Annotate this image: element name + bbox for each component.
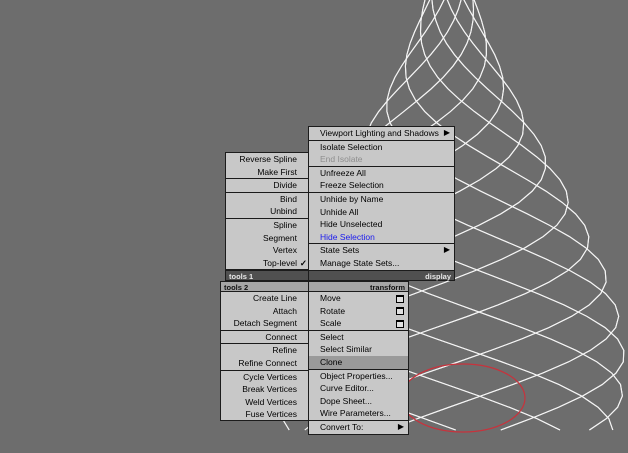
selection-ring — [400, 363, 526, 433]
object-properties-item[interactable]: Object Properties... — [309, 370, 408, 383]
item-label: Cycle Vertices — [243, 371, 297, 382]
select-similar-item[interactable]: Select Similar — [309, 343, 408, 356]
unhide-by-name-item[interactable]: Unhide by Name — [309, 193, 454, 206]
item-label: Convert To: — [320, 421, 364, 432]
check-icon: ✓ — [299, 257, 307, 268]
submenu-arrow-icon: ▶ — [443, 128, 450, 137]
display-quad-menu: Viewport Lighting and Shadows ▶ Isolate … — [308, 126, 455, 280]
rotate-item[interactable]: Rotate — [309, 305, 408, 318]
cycle-vertices-item[interactable]: Cycle Vertices — [221, 371, 308, 384]
unbind-item[interactable]: Unbind — [226, 205, 308, 218]
manage-state-sets-item[interactable]: Manage State Sets... — [309, 257, 454, 270]
unfreeze-all-item[interactable]: Unfreeze All — [309, 167, 454, 180]
item-label: Create Line — [253, 293, 297, 303]
item-label: Unbind — [270, 206, 297, 217]
hide-unselected-item[interactable]: Hide Unselected — [309, 218, 454, 231]
item-label: Dope Sheet... — [320, 395, 372, 406]
item-label: Wire Parameters... — [320, 408, 391, 419]
item-label: Freeze Selection — [320, 180, 384, 191]
item-label: Break Vertices — [242, 384, 297, 395]
select-item[interactable]: Select — [309, 331, 408, 344]
item-label: Unhide by Name — [320, 193, 384, 204]
item-label: Hide Unselected — [320, 219, 383, 230]
vertex-item[interactable]: Vertex — [226, 244, 308, 257]
submenu-arrow-icon: ▶ — [443, 245, 450, 255]
item-label: Manage State Sets... — [320, 257, 400, 268]
convert-to-item[interactable]: Convert To: ▶ — [309, 421, 408, 434]
isolate-selection-item[interactable]: Isolate Selection — [309, 141, 454, 154]
item-label: Rotate — [320, 305, 346, 316]
divide-item[interactable]: Divide — [226, 179, 308, 192]
segment-item[interactable]: Segment — [226, 232, 308, 245]
item-label: Attach — [272, 305, 297, 316]
submenu-arrow-icon: ▶ — [397, 421, 404, 431]
item-label: Divide — [273, 180, 297, 191]
item-label: End Isolate — [320, 154, 363, 165]
wire-parameters-item[interactable]: Wire Parameters... — [309, 407, 408, 420]
item-label: Weld Vertices — [245, 396, 297, 407]
item-label: Unfreeze All — [320, 167, 366, 178]
detach-segment-item[interactable]: Detach Segment — [221, 317, 308, 330]
top-level-item[interactable]: Top-level ✓ — [226, 257, 308, 270]
scale-item[interactable]: Scale — [309, 317, 408, 330]
state-sets-item[interactable]: State Sets ▶ — [309, 244, 454, 257]
item-label: Refine Connect — [238, 357, 297, 368]
item-label: Viewport Lighting and Shadows — [320, 128, 439, 138]
viewport-lighting-and-shadows-item[interactable]: Viewport Lighting and Shadows ▶ — [309, 127, 454, 140]
item-label: Spline — [273, 219, 297, 230]
item-label: State Sets — [320, 245, 360, 256]
quad-label-tools1: tools 1 — [225, 270, 309, 281]
item-label: Refine — [272, 345, 297, 356]
item-label: Isolate Selection — [320, 141, 383, 152]
quad-label-display: display — [308, 270, 455, 281]
refine-connect-item[interactable]: Refine Connect — [221, 357, 308, 370]
item-label: Unhide All — [320, 206, 359, 217]
item-label: Move — [320, 293, 341, 303]
settings-box-icon[interactable] — [396, 294, 404, 303]
spline-item[interactable]: Spline — [226, 219, 308, 232]
hide-selection-item[interactable]: Hide Selection — [309, 231, 454, 244]
item-label: Object Properties... — [320, 370, 393, 381]
tools2-quad-menu: Create Line Attach Detach Segment Connec… — [220, 291, 309, 421]
clone-item[interactable]: Clone — [309, 355, 408, 369]
create-line-item[interactable]: Create Line — [221, 292, 308, 305]
item-label: Hide Selection — [320, 231, 375, 242]
item-label: Bind — [279, 193, 297, 204]
item-label: Fuse Vertices — [245, 409, 298, 420]
bind-item[interactable]: Bind — [226, 193, 308, 206]
item-label: Segment — [262, 232, 297, 243]
item-label: Select Similar — [320, 344, 372, 355]
settings-box-icon[interactable] — [396, 307, 404, 316]
refine-item[interactable]: Refine — [221, 344, 308, 357]
item-label: Make First — [257, 166, 297, 177]
break-vertices-item[interactable]: Break Vertices — [221, 383, 308, 396]
weld-vertices-item[interactable]: Weld Vertices — [221, 396, 308, 409]
dope-sheet-item[interactable]: Dope Sheet... — [309, 395, 408, 408]
unhide-all-item[interactable]: Unhide All — [309, 206, 454, 219]
connect-item[interactable]: Connect — [221, 331, 308, 344]
item-label: Connect — [265, 331, 297, 342]
make-first-item[interactable]: Make First — [226, 166, 308, 179]
item-label: Curve Editor... — [320, 383, 374, 394]
item-label: Clone — [320, 356, 343, 367]
item-label: Select — [320, 331, 344, 342]
item-label: Reverse Spline — [239, 154, 297, 164]
freeze-selection-item[interactable]: Freeze Selection — [309, 179, 454, 192]
reverse-spline-item[interactable]: Reverse Spline — [226, 153, 308, 166]
transform-quad-menu: Move Rotate Scale Select Select Similar … — [308, 291, 409, 435]
fuse-vertices-item[interactable]: Fuse Vertices — [221, 408, 308, 421]
attach-item[interactable]: Attach — [221, 305, 308, 318]
tools1-quad-menu: Reverse Spline Make First Divide Bind Un… — [225, 152, 309, 270]
item-label: Detach Segment — [233, 318, 297, 329]
curve-editor-item[interactable]: Curve Editor... — [309, 382, 408, 395]
settings-box-icon[interactable] — [396, 319, 404, 328]
end-isolate-item: End Isolate — [309, 153, 454, 166]
move-item[interactable]: Move — [309, 292, 408, 305]
item-label: Scale — [320, 318, 342, 329]
item-label: Vertex — [272, 245, 297, 256]
item-label: Top-level — [262, 257, 297, 268]
